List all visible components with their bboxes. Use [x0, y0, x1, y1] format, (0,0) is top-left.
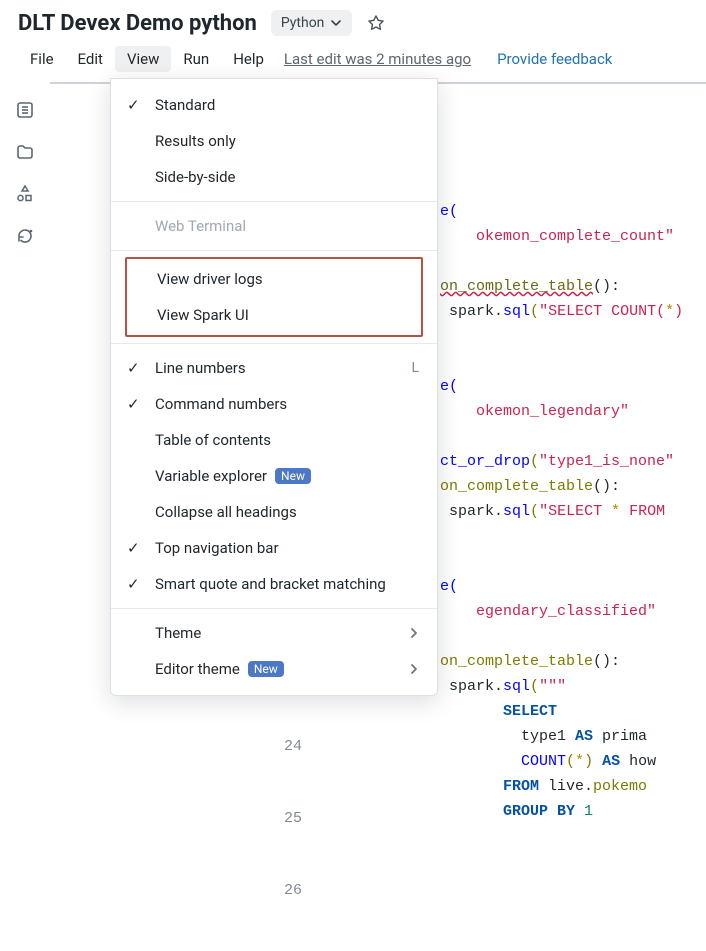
language-selector[interactable]: Python [271, 10, 353, 36]
menu-item-label: Theme [155, 624, 201, 642]
menu-item-label: Command numbers [155, 395, 287, 413]
shortcut-hint: L [411, 360, 419, 376]
provide-feedback-link[interactable]: Provide feedback [497, 50, 612, 68]
menu-item-label: Smart quote and bracket matching [155, 575, 386, 593]
menu-item-label: Table of contents [155, 431, 271, 449]
menu-file[interactable]: File [18, 46, 66, 72]
menu-view[interactable]: View [115, 46, 171, 72]
view-line-numbers[interactable]: ✓ Line numbers L [111, 350, 437, 386]
view-standard[interactable]: ✓ Standard [111, 87, 437, 123]
menu-help[interactable]: Help [221, 46, 276, 72]
menu-item-label: Editor theme [155, 660, 240, 678]
menu-item-label: Variable explorer [155, 467, 267, 485]
new-badge: New [275, 468, 311, 484]
last-edit-link[interactable]: Last edit was 2 minutes ago [284, 50, 471, 68]
gutter-line: 26 [272, 879, 302, 903]
view-web-terminal: Web Terminal [111, 208, 437, 244]
highlighted-items: View driver logs View Spark UI [125, 257, 423, 337]
refresh-icon[interactable] [15, 226, 35, 246]
gutter: 24 25 26 [272, 687, 302, 951]
menu-item-label: Standard [155, 96, 215, 114]
view-command-numbers[interactable]: ✓ Command numbers [111, 386, 437, 422]
chevron-right-icon [409, 662, 419, 676]
outline-icon[interactable] [15, 100, 35, 120]
view-variable-explorer[interactable]: Variable explorer New [111, 458, 437, 494]
view-side-by-side[interactable]: Side-by-side [111, 159, 437, 195]
view-driver-logs[interactable]: View driver logs [127, 261, 421, 297]
left-toolbar [0, 82, 50, 246]
menubar: File Edit View Run Help Last edit was 2 … [0, 40, 706, 82]
shapes-icon[interactable] [15, 184, 35, 204]
menu-separator [111, 608, 437, 609]
menu-item-label: View driver logs [157, 270, 263, 288]
menu-item-label: View Spark UI [157, 306, 249, 324]
menu-run[interactable]: Run [171, 46, 221, 72]
gutter-line: 25 [272, 807, 302, 831]
check-icon: ✓ [127, 96, 140, 114]
notebook-title[interactable]: DLT Devex Demo python [18, 11, 257, 36]
view-toc[interactable]: Table of contents [111, 422, 437, 458]
chevron-down-icon [330, 17, 342, 29]
view-smart-quote[interactable]: ✓ Smart quote and bracket matching [111, 566, 437, 602]
star-icon[interactable] [366, 13, 386, 33]
gutter-line: 24 [272, 735, 302, 759]
view-editor-theme[interactable]: Editor theme New [111, 651, 437, 687]
new-badge: New [248, 661, 284, 677]
menu-separator [111, 201, 437, 202]
view-top-nav[interactable]: ✓ Top navigation bar [111, 530, 437, 566]
menu-edit[interactable]: Edit [66, 46, 115, 72]
language-label: Python [281, 15, 325, 31]
view-theme[interactable]: Theme [111, 615, 437, 651]
view-spark-ui[interactable]: View Spark UI [127, 297, 421, 333]
menu-item-label: Results only [155, 132, 236, 150]
view-dropdown: ✓ Standard Results only Side-by-side Web… [110, 78, 438, 696]
menu-item-label: Web Terminal [155, 217, 246, 235]
check-icon: ✓ [127, 395, 140, 413]
menu-item-label: Line numbers [155, 359, 246, 377]
chevron-right-icon [409, 626, 419, 640]
menu-separator [111, 250, 437, 251]
view-collapse-headings[interactable]: Collapse all headings [111, 494, 437, 530]
menu-item-label: Side-by-side [155, 168, 236, 186]
menu-separator [111, 343, 437, 344]
view-results-only[interactable]: Results only [111, 123, 437, 159]
check-icon: ✓ [127, 359, 140, 377]
code-content: e( okemon_complete_count" on_complete_ta… [440, 84, 706, 849]
folder-icon[interactable] [15, 142, 35, 162]
menu-item-label: Top navigation bar [155, 539, 279, 557]
check-icon: ✓ [127, 575, 140, 593]
menu-item-label: Collapse all headings [155, 503, 297, 521]
check-icon: ✓ [127, 539, 140, 557]
